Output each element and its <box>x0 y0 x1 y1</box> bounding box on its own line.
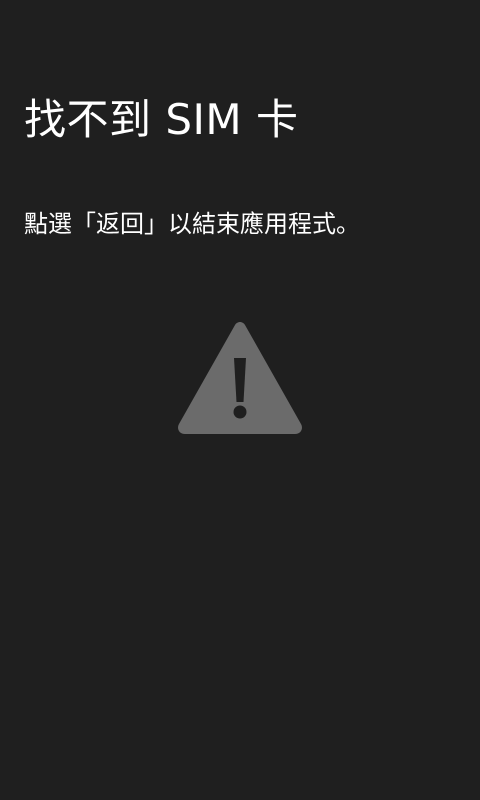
instruction-text: 點選「返回」以結束應用程式。 <box>24 210 360 238</box>
warning-triangle-icon <box>176 320 304 436</box>
page-title: 找不到 SIM 卡 <box>24 95 299 144</box>
no-sim-screen: 找不到 SIM 卡 點選「返回」以結束應用程式。 <box>0 0 480 800</box>
